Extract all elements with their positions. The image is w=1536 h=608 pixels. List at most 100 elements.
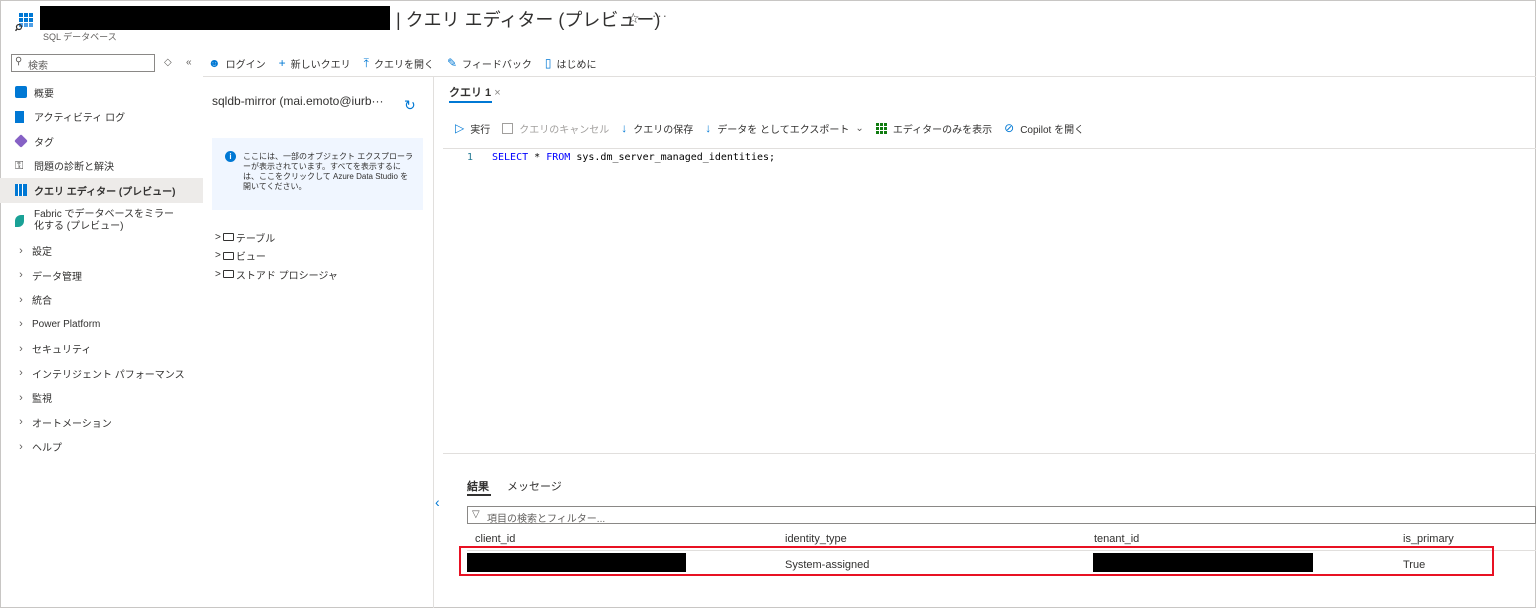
chevron-right-icon: › — [19, 416, 23, 429]
page-title: | クエリ エディター (プレビュー) — [396, 10, 661, 30]
open-query-label: クエリを開く — [373, 59, 434, 71]
sidebar-item-label: データ管理 — [32, 271, 82, 283]
activity-log-icon — [15, 110, 24, 123]
filter-placeholder: 項目の検索とフィルター... — [487, 514, 606, 525]
column-header-client-id[interactable]: client_id — [475, 533, 515, 545]
sidebar-item-fabric-mirror[interactable]: Fabric でデータベースをミラー化する (プレビュー) — [0, 203, 203, 239]
tree-node-views[interactable]: > ビュー — [215, 247, 338, 266]
chevron-right-icon: › — [19, 367, 23, 380]
info-icon: i — [225, 151, 236, 162]
new-query-button[interactable]: + 新しいクエリ — [279, 56, 351, 71]
tree-node-label: ストアド プロシージャ — [235, 270, 338, 282]
sidebar-item-label: Power Platform — [32, 318, 101, 330]
sidebar-item-integration[interactable]: › 統合 — [0, 288, 203, 313]
run-label: 実行 — [470, 124, 491, 136]
getting-started-button[interactable]: ▯ はじめに — [545, 56, 597, 71]
sidebar-item-automation[interactable]: › オートメーション — [0, 410, 203, 435]
sidebar-item-intelligent-performance[interactable]: › インテリジェント パフォーマンス — [0, 361, 203, 386]
chevron-right-icon: › — [19, 293, 23, 306]
refresh-icon[interactable]: ↻ — [404, 97, 416, 114]
sql-editor[interactable]: 1 SELECT * FROM sys.dm_server_managed_id… — [443, 148, 1536, 454]
sidebar-item-label: アクティビティ ログ — [34, 113, 126, 125]
tab-messages[interactable]: メッセージ — [507, 478, 562, 494]
tree-node-tables[interactable]: > テーブル — [215, 228, 338, 247]
stop-icon — [502, 122, 514, 134]
feedback-label: フィードバック — [462, 59, 532, 71]
resource-type-subtitle: SQL データベース — [43, 32, 117, 42]
cancel-query-button[interactable]: クエリのキャンセル — [502, 121, 609, 136]
sidebar-search-placeholder: 検索 — [28, 61, 48, 72]
tag-icon — [14, 134, 28, 149]
results-filter-input[interactable]: ▽ 項目の検索とフィルター... — [467, 506, 1536, 525]
sidebar-item-label: タグ — [34, 137, 54, 149]
feedback-button[interactable]: ✎ フィードバック — [447, 56, 532, 71]
tree-node-label: テーブル — [235, 233, 276, 245]
sidebar-item-diagnose[interactable]: ⚿ 問題の診断と解決 — [0, 154, 203, 179]
highlight-annotation-box — [459, 546, 1494, 576]
chevron-right-icon: > — [215, 268, 221, 280]
open-query-button[interactable]: ⤒ クエリを開く — [364, 56, 434, 71]
search-icon: ⚲ — [15, 56, 23, 67]
sidebar-settings-icon[interactable]: ◇ — [164, 57, 172, 68]
tree-node-stored-procedures[interactable]: > ストアド プロシージャ — [215, 265, 338, 284]
column-header-identity-type[interactable]: identity_type — [785, 533, 847, 545]
chevron-right-icon: › — [19, 269, 23, 282]
query-editor-blade-icon — [15, 13, 33, 32]
sidebar-item-security[interactable]: › セキュリティ — [0, 337, 203, 362]
sidebar-item-label: クエリ エディター (プレビュー) — [34, 186, 176, 198]
new-query-label: 新しいクエリ — [290, 59, 351, 71]
save-label: クエリの保存 — [633, 124, 694, 136]
keyword-from: FROM — [546, 152, 571, 163]
sidebar-item-settings[interactable]: › 設定 — [0, 239, 203, 264]
sidebar-item-label: 設定 — [32, 247, 52, 259]
download-icon: ↓ — [621, 121, 628, 135]
editor-only-button[interactable]: エディターのみを表示 — [875, 121, 992, 136]
save-query-button[interactable]: ↓ クエリの保存 — [621, 121, 693, 136]
collapse-sidebar-icon[interactable]: « — [186, 57, 192, 68]
sidebar-search-input[interactable]: ⚲ 検索 — [11, 54, 155, 72]
sidebar-item-query-editor[interactable]: クエリ エディター (プレビュー) — [0, 178, 203, 203]
more-options-icon[interactable]: ··· — [652, 8, 668, 23]
results-tab-underline — [467, 494, 491, 496]
keyword-select: SELECT — [492, 152, 529, 163]
column-header-is-primary[interactable]: is_primary — [1403, 533, 1454, 545]
folder-icon — [222, 251, 234, 260]
sidebar-item-tags[interactable]: タグ — [0, 129, 203, 154]
getting-started-label: はじめに — [556, 59, 597, 71]
tab-query-1[interactable]: クエリ 1 × — [449, 84, 501, 100]
code-line-1[interactable]: SELECT * FROM sys.dm_server_managed_iden… — [492, 152, 775, 163]
login-label: ログイン — [225, 59, 266, 71]
sidebar-item-overview[interactable]: 概要 — [0, 80, 203, 105]
sidebar-item-activity-log[interactable]: アクティビティ ログ — [0, 105, 203, 130]
sidebar-item-label: 概要 — [34, 88, 54, 100]
chevron-right-icon: > — [215, 250, 221, 262]
collapse-explorer-icon[interactable]: ‹ — [435, 494, 440, 510]
wrench-icon: ⚿ — [15, 159, 24, 172]
sidebar-item-monitoring[interactable]: › 監視 — [0, 386, 203, 411]
line-number: 1 — [467, 152, 474, 163]
login-button[interactable]: ☻ ログイン — [208, 56, 266, 71]
sidebar-item-label: セキュリティ — [32, 345, 92, 357]
sidebar-item-label: ヘルプ — [32, 443, 62, 455]
tab-results[interactable]: 結果 — [467, 478, 489, 494]
grid-icon — [875, 122, 887, 134]
run-button[interactable]: ▷ 実行 — [455, 121, 490, 136]
open-copilot-button[interactable]: ⊘ Copilot を開く — [1004, 121, 1084, 136]
favorite-star-icon[interactable]: ☆ — [627, 10, 640, 27]
chevron-right-icon: › — [19, 391, 23, 404]
tab-label: クエリ 1 — [449, 87, 492, 99]
explorer-info-banner[interactable]: i ここには、一部のオブジェクト エクスプローラーが表示されています。すべてを表… — [212, 138, 423, 210]
sql-db-icon — [15, 86, 27, 99]
table-identifier: sys.dm_server_managed_identities; — [576, 152, 776, 163]
chevron-right-icon: › — [19, 318, 23, 331]
sidebar-item-data-management[interactable]: › データ管理 — [0, 263, 203, 288]
object-explorer-tree: > テーブル > ビュー > ストアド プロシージャ — [215, 228, 338, 284]
upload-icon: ⤒ — [363, 55, 369, 70]
sidebar-item-power-platform[interactable]: › Power Platform — [0, 312, 203, 337]
close-tab-icon[interactable]: × — [494, 87, 500, 99]
download-icon: ↓ — [705, 121, 712, 135]
sidebar-item-help[interactable]: › ヘルプ — [0, 435, 203, 460]
export-data-dropdown[interactable]: ↓ データを としてエクスポート ⌄ — [705, 121, 864, 136]
blade-toolbar: ☻ ログイン + 新しいクエリ ⤒ クエリを開く ✎ フィードバック ▯ はじめ… — [208, 55, 609, 71]
column-header-tenant-id[interactable]: tenant_id — [1094, 533, 1139, 545]
